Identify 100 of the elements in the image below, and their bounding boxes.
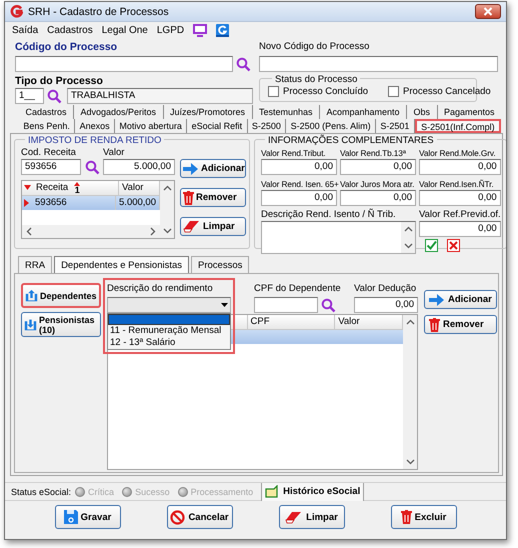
cancel-icon[interactable] bbox=[447, 239, 460, 252]
trash-icon bbox=[429, 318, 440, 332]
menu-item[interactable]: LGPD bbox=[156, 25, 184, 36]
scroll-down-icon[interactable] bbox=[406, 459, 414, 465]
field-label: Novo Código do Processo bbox=[259, 41, 370, 53]
amount-field[interactable]: 0,00 bbox=[340, 190, 416, 206]
menu-item[interactable]: Saída bbox=[12, 25, 38, 36]
scroll-right-icon[interactable] bbox=[150, 227, 156, 236]
sort-arrow-icon bbox=[74, 182, 80, 186]
field-label: Valor Rend. Isen. 65+ bbox=[261, 178, 337, 190]
tab[interactable]: S-2500 bbox=[248, 119, 286, 133]
tab[interactable]: Processos bbox=[191, 256, 250, 273]
tab[interactable]: S-2500 (Pens. Alim) bbox=[286, 119, 376, 133]
tab[interactable]: Advogados/Peritos bbox=[74, 105, 164, 119]
field-label: Valor Rend.Tb.13ª bbox=[340, 147, 407, 159]
amount-field[interactable]: 0,00 bbox=[261, 159, 337, 175]
field-label: Valor bbox=[103, 147, 124, 159]
close-button[interactable] bbox=[475, 4, 501, 19]
menu-item[interactable]: Cadastros bbox=[47, 25, 93, 36]
amount-field[interactable]: 5.000,00 bbox=[103, 159, 175, 175]
remove-button[interactable]: Remover bbox=[180, 188, 246, 207]
cancel-button[interactable]: Cancelar bbox=[166, 505, 232, 529]
tab[interactable]: Acompanhamento bbox=[320, 105, 408, 119]
remove-button[interactable]: Remover bbox=[424, 315, 497, 334]
scrollbar[interactable] bbox=[403, 315, 417, 469]
tab[interactable]: S-2501(Inf.Compl) bbox=[414, 119, 502, 133]
history-button[interactable]: Histórico eSocial bbox=[261, 482, 364, 500]
delete-button[interactable]: Excluir bbox=[390, 505, 456, 529]
monitor-icon[interactable] bbox=[193, 24, 208, 37]
column-header[interactable]: Receita 1 bbox=[33, 181, 119, 195]
trash-icon bbox=[183, 190, 194, 204]
tab[interactable]: Testemunhas bbox=[252, 105, 320, 119]
type-name-field: TRABALHISTA bbox=[67, 88, 253, 104]
tab[interactable]: Anexos bbox=[75, 119, 116, 133]
confirm-icon[interactable] bbox=[425, 239, 438, 252]
field-label: Valor Rend.Mole.Grv. bbox=[419, 147, 497, 159]
amount-field[interactable]: 0,00 bbox=[261, 190, 337, 206]
scroll-up-icon[interactable] bbox=[404, 226, 412, 232]
tab[interactable]: eSocial Refit bbox=[187, 119, 248, 133]
field-label: Cod. Receita bbox=[21, 147, 77, 159]
clear-button[interactable]: Limpar bbox=[278, 505, 344, 529]
eraser-icon bbox=[183, 220, 201, 233]
cancel-icon bbox=[170, 510, 186, 524]
search-icon[interactable] bbox=[47, 88, 62, 104]
status-text: Crítica bbox=[88, 486, 114, 496]
tab[interactable]: Juízes/Promotores bbox=[164, 105, 253, 119]
tab[interactable]: Pagamentos bbox=[438, 105, 502, 119]
new-code-field[interactable] bbox=[259, 56, 498, 72]
arrow-right-icon bbox=[429, 294, 445, 306]
scrollbar[interactable] bbox=[160, 181, 174, 238]
type-code-field[interactable]: 1__ bbox=[15, 88, 44, 104]
field-label: Descrição Rend. Isento / Ñ Trib. bbox=[261, 209, 397, 221]
tab[interactable]: RRA bbox=[18, 256, 52, 273]
download-icon bbox=[24, 318, 37, 331]
scroll-left-icon[interactable] bbox=[26, 227, 32, 236]
scroll-down-icon[interactable] bbox=[162, 228, 172, 234]
amount-field[interactable]: 0,00 bbox=[419, 190, 501, 206]
pensioners-button[interactable]: Pensionistas (10) bbox=[21, 312, 101, 337]
amount-field[interactable]: 0,00 bbox=[340, 159, 416, 175]
checkbox[interactable] bbox=[388, 86, 400, 97]
tab[interactable]: Motivo abertura bbox=[115, 119, 188, 133]
cpf-field[interactable] bbox=[254, 297, 318, 313]
upload-icon bbox=[25, 289, 38, 302]
field-label: Descrição do rendimento bbox=[107, 283, 214, 295]
search-icon[interactable] bbox=[236, 56, 251, 72]
clear-button[interactable]: Limpar bbox=[180, 217, 246, 236]
dropdown-option[interactable]: 12 - 13ª Salário bbox=[108, 337, 230, 349]
dependents-button[interactable]: Dependentes bbox=[21, 283, 101, 308]
close-icon bbox=[483, 7, 493, 16]
tab[interactable]: Bens Penh. bbox=[19, 119, 76, 133]
menu-item[interactable]: Legal One bbox=[102, 25, 148, 36]
amount-field[interactable]: 0,00 bbox=[354, 297, 418, 313]
scroll-up-icon[interactable] bbox=[162, 185, 172, 191]
group-title: INFORMAÇÕES COMPLEMENTARES bbox=[265, 135, 437, 147]
document-icon bbox=[265, 485, 280, 498]
scrollbar[interactable] bbox=[401, 222, 415, 253]
revenue-code-field[interactable]: 593656 bbox=[21, 159, 81, 175]
amount-field[interactable]: 0,00 bbox=[419, 159, 501, 175]
field-label: Valor Juros Mora atr. bbox=[340, 178, 416, 190]
dropdown-option[interactable]: 11 - Remuneração Mensal bbox=[108, 325, 230, 337]
tab[interactable]: Dependentes e Pensionistas bbox=[54, 256, 190, 273]
checkbox[interactable] bbox=[268, 86, 279, 97]
income-dropdown[interactable] bbox=[107, 297, 231, 313]
scroll-up-icon[interactable] bbox=[406, 319, 414, 325]
grid-row[interactable]: 593656 5.000,00 bbox=[22, 196, 160, 210]
search-icon[interactable] bbox=[84, 160, 100, 174]
search-icon[interactable] bbox=[321, 298, 336, 312]
tab[interactable]: Cadastros bbox=[19, 105, 74, 119]
window-title: SRH - Cadastro de Processos bbox=[28, 6, 169, 18]
save-button[interactable]: Gravar bbox=[54, 505, 120, 529]
amount-field[interactable]: 0,00 bbox=[419, 221, 501, 237]
description-field[interactable] bbox=[261, 221, 416, 254]
app-logo-icon[interactable] bbox=[216, 24, 230, 37]
scroll-down-icon[interactable] bbox=[404, 243, 412, 249]
scrollbar[interactable] bbox=[22, 225, 160, 238]
add-button[interactable]: Adicionar bbox=[424, 290, 497, 309]
eraser-icon bbox=[285, 510, 304, 524]
process-code-field[interactable] bbox=[15, 56, 233, 72]
column-header[interactable]: CPF bbox=[248, 315, 336, 329]
add-button[interactable]: Adicionar bbox=[180, 159, 246, 178]
